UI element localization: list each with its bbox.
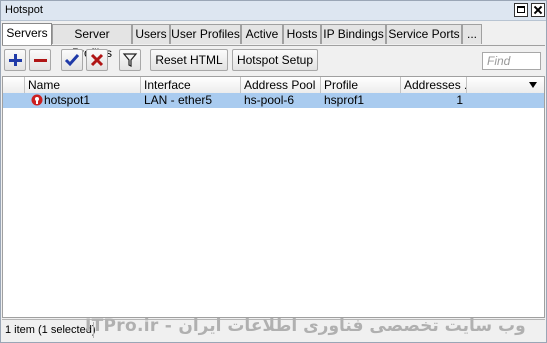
find-input[interactable]: Find bbox=[482, 52, 541, 70]
reset-html-button[interactable]: Reset HTML bbox=[150, 49, 228, 71]
disable-button[interactable] bbox=[86, 49, 108, 71]
column-header-addresses[interactable]: Addresses ... bbox=[401, 77, 467, 93]
tab-users[interactable]: Users bbox=[132, 24, 170, 44]
table-header: Name Interface Address Pool Profile Addr… bbox=[3, 77, 544, 94]
add-button[interactable] bbox=[4, 49, 26, 71]
tab-active[interactable]: Active bbox=[241, 24, 283, 44]
cell-name: hotspot1 bbox=[44, 93, 91, 107]
remove-button[interactable] bbox=[29, 49, 51, 71]
check-icon bbox=[64, 54, 80, 67]
tab-ip-bindings[interactable]: IP Bindings bbox=[321, 24, 386, 44]
watermark: ITPro.ir - وب سایت تخصصی فناوری اطلاعات … bbox=[85, 316, 526, 336]
cell-address-pool: hs-pool-6 bbox=[244, 93, 295, 107]
window-title: Hotspot bbox=[5, 4, 43, 16]
tab-user-profiles[interactable]: User Profiles bbox=[170, 24, 241, 44]
status-text: 1 item (1 selected) bbox=[5, 324, 96, 336]
tab-server-profiles[interactable]: Server Profiles bbox=[52, 24, 132, 60]
table-row[interactable]: hotspot1 LAN - ether5 hs-pool-6 hsprof1 … bbox=[3, 93, 544, 108]
servers-table: Name Interface Address Pool Profile Addr… bbox=[2, 76, 545, 318]
column-menu-dropdown-icon[interactable] bbox=[529, 82, 537, 88]
tab-service-ports[interactable]: Service Ports bbox=[386, 24, 462, 44]
column-header-profile[interactable]: Profile bbox=[321, 77, 401, 93]
tab-divider bbox=[2, 45, 545, 46]
column-header-name[interactable]: Name bbox=[25, 77, 141, 93]
tab-more[interactable]: ... bbox=[462, 24, 482, 44]
tab-hosts[interactable]: Hosts bbox=[283, 24, 321, 44]
filter-icon bbox=[122, 53, 138, 67]
column-header-address-pool[interactable]: Address Pool bbox=[241, 77, 321, 93]
filter-button[interactable] bbox=[119, 49, 141, 71]
cell-addresses: 1 bbox=[456, 93, 463, 107]
plus-icon bbox=[9, 54, 22, 66]
maximize-icon[interactable] bbox=[514, 3, 528, 17]
column-header-interface[interactable]: Interface bbox=[141, 77, 241, 93]
cell-interface: LAN - ether5 bbox=[144, 93, 213, 107]
hotspot-setup-button[interactable]: Hotspot Setup bbox=[232, 49, 318, 71]
hotspot-window: Hotspot Servers Server Profiles Users Us… bbox=[0, 0, 547, 343]
column-header-blank[interactable] bbox=[3, 77, 25, 93]
cell-profile: hsprof1 bbox=[324, 93, 365, 107]
minus-icon bbox=[34, 59, 47, 62]
tab-servers[interactable]: Servers bbox=[2, 23, 52, 45]
title-bar[interactable]: Hotspot bbox=[1, 1, 546, 21]
toolbar: Reset HTML Hotspot Setup Find bbox=[1, 48, 546, 74]
enable-button[interactable] bbox=[61, 49, 83, 71]
x-icon bbox=[90, 53, 104, 67]
close-icon[interactable] bbox=[531, 3, 545, 17]
